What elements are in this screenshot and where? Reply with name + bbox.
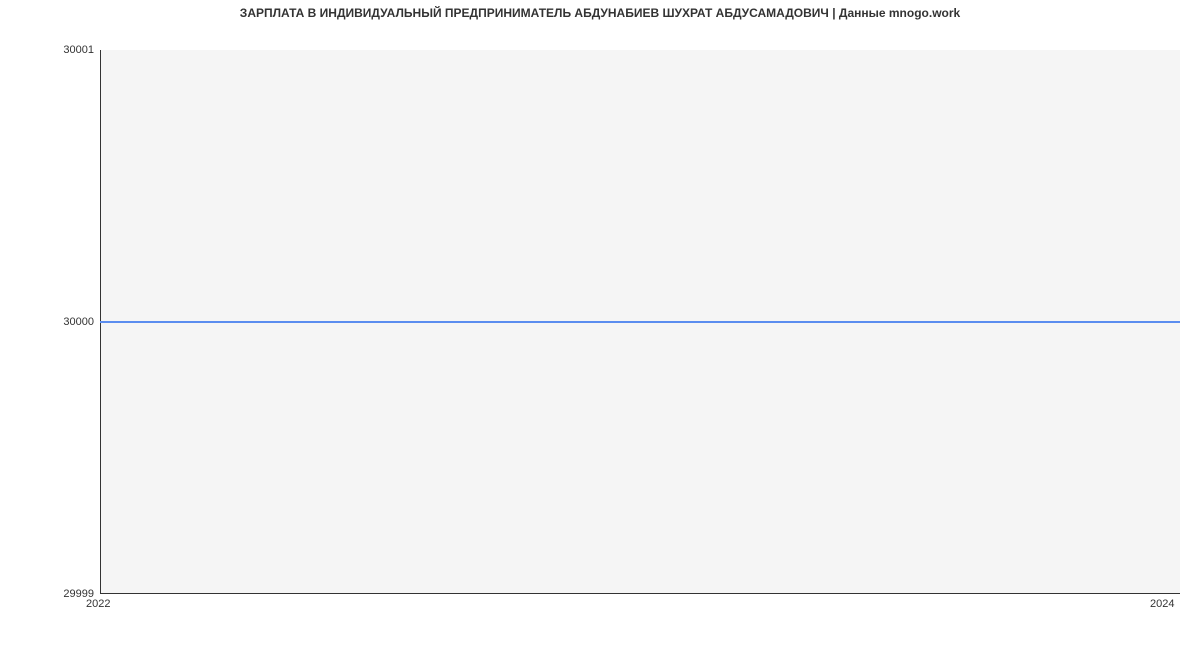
chart-title: ЗАРПЛАТА В ИНДИВИДУАЛЬНЫЙ ПРЕДПРИНИМАТЕЛ… bbox=[0, 6, 1200, 20]
x-tick-end: 2024 bbox=[1150, 598, 1174, 610]
y-tick-mid: 30000 bbox=[4, 316, 94, 328]
salary-chart: ЗАРПЛАТА В ИНДИВИДУАЛЬНЫЙ ПРЕДПРИНИМАТЕЛ… bbox=[0, 0, 1200, 650]
series-line bbox=[100, 321, 1180, 323]
y-tick-min: 29999 bbox=[4, 588, 94, 600]
x-tick-start: 2022 bbox=[86, 598, 110, 610]
y-tick-max: 30001 bbox=[4, 44, 94, 56]
